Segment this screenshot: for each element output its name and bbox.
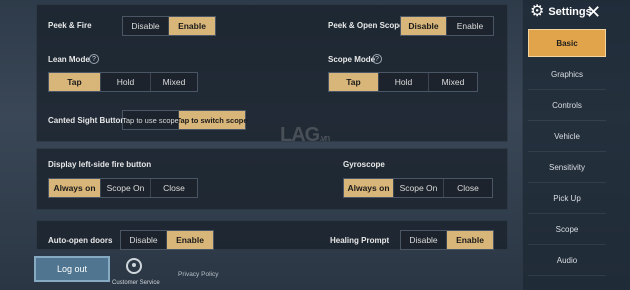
scope-mode-mixed-option[interactable]: Mixed [429,73,477,91]
left-fire-button-label: Display left-side fire button [48,160,152,169]
lean-mode-tap-option[interactable]: Tap [49,73,101,91]
peek-open-scope-enable-option[interactable]: Enable [447,17,493,35]
peek-open-scope-label: Peek & Open Scope [328,21,404,30]
tab-divider [528,213,606,214]
auto-open-doors-enable-option[interactable]: Enable [167,231,213,249]
scope-mode-tap-option[interactable]: Tap [329,73,379,91]
healing-prompt-label: Healing Prompt [330,236,390,245]
tab-divider [528,275,606,276]
peek-open-scope-toggle: Disable Enable [400,16,494,36]
customer-service-label[interactable]: Customer Service [112,280,160,286]
auto-open-doors-label: Auto-open doors [48,236,113,245]
gear-icon: ⚙ [530,3,545,20]
tab-pick-up[interactable]: Pick Up [528,184,606,212]
close-icon[interactable]: ✕ [586,2,601,22]
gyroscope-scope-on-option[interactable]: Scope On [394,179,444,197]
lean-mode-mixed-option[interactable]: Mixed [151,73,197,91]
tab-vehicle[interactable]: Vehicle [528,122,606,150]
gyroscope-always-on-option[interactable]: Always on [344,179,394,197]
lean-mode-hold-option[interactable]: Hold [101,73,151,91]
healing-prompt-disable-option[interactable]: Disable [401,231,447,249]
scope-mode-toggle: Tap Hold Mixed [328,72,478,92]
tab-divider [528,89,606,90]
scope-mode-hold-option[interactable]: Hold [379,73,429,91]
gyroscope-toggle: Always on Scope On Close [343,178,493,198]
left-fire-always-on-option[interactable]: Always on [49,179,101,197]
customer-service-icon[interactable] [126,258,142,274]
peek-fire-enable-option[interactable]: Enable [169,17,215,35]
tab-divider [528,120,606,121]
watermark-main: LAG [280,124,320,146]
scope-mode-label: Scope Mode [328,55,376,64]
watermark-suffix: .vn [319,133,330,143]
left-fire-button-toggle: Always on Scope On Close [48,178,198,198]
tab-divider [528,182,606,183]
watermark-logo: LAG.vn [280,124,330,147]
left-fire-close-option[interactable]: Close [151,179,197,197]
lean-mode-help-icon[interactable]: ? [89,54,99,64]
tab-scope[interactable]: Scope [528,215,606,243]
auto-open-doors-toggle: Disable Enable [120,230,214,250]
left-fire-scope-on-option[interactable]: Scope On [101,179,151,197]
gyroscope-label: Gyroscope [343,160,385,169]
scope-mode-help-icon[interactable]: ? [372,54,382,64]
peek-fire-disable-option[interactable]: Disable [123,17,169,35]
tap-to-use-scope-option[interactable]: Tap to use scope [122,111,179,129]
tap-to-switch-scope-option[interactable]: Tap to switch scope [176,111,248,129]
tab-divider [528,244,606,245]
peek-fire-toggle: Disable Enable [122,16,216,36]
auto-open-doors-disable-option[interactable]: Disable [121,231,167,249]
tab-sensitivity[interactable]: Sensitivity [528,153,606,181]
tab-divider [528,151,606,152]
gyroscope-close-option[interactable]: Close [444,179,492,197]
canted-sight-label: Canted Sight Button [48,116,126,125]
tab-basic[interactable]: Basic [528,29,606,57]
tab-audio[interactable]: Audio [528,246,606,274]
settings-header: ⚙ Settings [530,4,592,20]
healing-prompt-enable-option[interactable]: Enable [447,231,493,249]
privacy-policy-link[interactable]: Privacy Policy [178,271,218,278]
logout-button[interactable]: Log out [34,256,110,282]
lean-mode-toggle: Tap Hold Mixed [48,72,198,92]
peek-fire-label: Peek & Fire [48,21,92,30]
tab-controls[interactable]: Controls [528,91,606,119]
peek-open-scope-disable-option[interactable]: Disable [401,17,447,35]
healing-prompt-toggle: Disable Enable [400,230,494,250]
tab-graphics[interactable]: Graphics [528,60,606,88]
canted-sight-toggle: Tap to use scope Tap to switch scope [122,110,248,130]
lean-mode-label: Lean Mode [48,55,90,64]
